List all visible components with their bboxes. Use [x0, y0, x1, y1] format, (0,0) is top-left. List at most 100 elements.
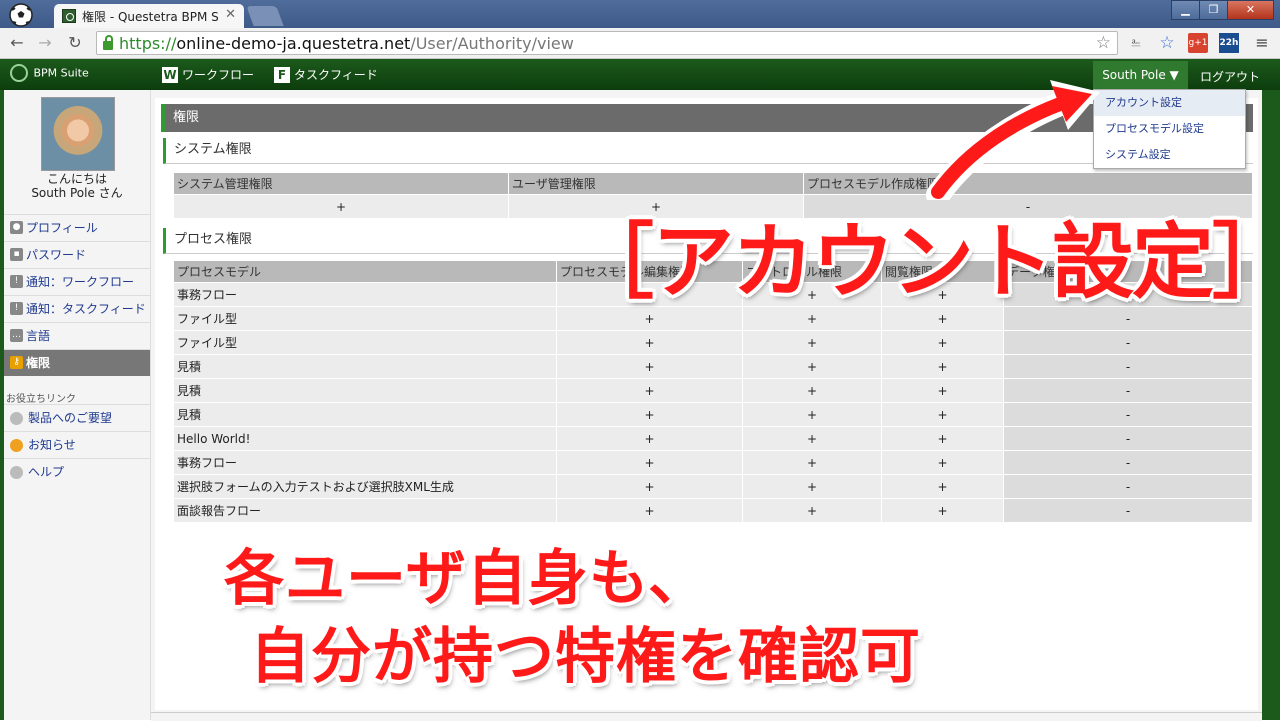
- speech-bubble-icon: …: [10, 329, 23, 342]
- table-row: 見積 + + + -: [173, 378, 1253, 403]
- table-cell: +: [556, 402, 743, 427]
- download-icon[interactable]: ⎁: [1126, 33, 1146, 53]
- table-row: Hello World! + + + -: [173, 426, 1253, 451]
- frame-border: [1262, 90, 1280, 720]
- sidebar-item-authority[interactable]: ⚷ 権限: [4, 349, 150, 376]
- browser-tab-active[interactable]: 権限 - Questetra BPM S ✕: [54, 4, 244, 28]
- sidebar-item-profile[interactable]: ● プロフィール: [4, 214, 150, 241]
- process-model-name: ファイル型: [173, 330, 557, 355]
- table-row: 面談報告フロー + + + -: [173, 498, 1253, 523]
- alert-icon: !: [10, 302, 23, 315]
- url-text: https://online-demo-ja.questetra.net/Use…: [119, 34, 574, 53]
- process-model-name: Hello World!: [173, 426, 557, 451]
- questetra-favicon-icon: [62, 9, 76, 23]
- table-header: ユーザ管理権限: [508, 172, 804, 195]
- table-cell: +: [742, 402, 882, 427]
- minimize-button[interactable]: ▁: [1171, 0, 1200, 20]
- table-row: 選択肢フォームの入力テストおよび選択肢XML生成 + + + -: [173, 474, 1253, 499]
- taskfeed-icon: F: [274, 66, 290, 83]
- table-cell: +: [742, 450, 882, 475]
- sidebar-menu: ● プロフィール ▪ パスワード ! 通知：ワークフロー ! 通知：タスクフィード … 言…: [4, 214, 150, 376]
- sidebar: こんにちは South Pole さん ● プロフィール ▪ パスワード ! 通知：ワ…: [4, 90, 151, 720]
- dropdown-system-settings[interactable]: システム設定: [1094, 142, 1245, 168]
- process-model-name: 選択肢フォームの入力テストおよび選択肢XML生成: [173, 474, 557, 499]
- table-cell: -: [1003, 402, 1253, 427]
- lock-icon: ▪: [10, 248, 23, 261]
- table-cell: +: [881, 354, 1004, 379]
- table-cell: +: [881, 330, 1004, 355]
- table-cell: +: [556, 474, 743, 499]
- table-cell: +: [556, 450, 743, 475]
- alert-icon: !: [10, 275, 23, 288]
- table-cell: +: [742, 354, 882, 379]
- menu-hamburger-icon[interactable]: ≡: [1252, 33, 1272, 53]
- key-icon: ⚷: [10, 356, 23, 369]
- process-model-name: 見積: [173, 354, 557, 379]
- nav-taskfeed[interactable]: F タスクフィード: [274, 66, 378, 83]
- table-row: 見積 + + + -: [173, 402, 1253, 427]
- table-cell: +: [556, 378, 743, 403]
- table-cell: +: [881, 402, 1004, 427]
- window-close-button[interactable]: ✕: [1227, 0, 1274, 20]
- calendar-badge-icon[interactable]: 22h: [1219, 33, 1239, 53]
- process-model-name: 面談報告フロー: [173, 498, 557, 523]
- logout-link[interactable]: ログアウト: [1200, 68, 1260, 85]
- dropdown-process-model-settings[interactable]: プロセスモデル設定: [1094, 116, 1245, 142]
- nav-workflow[interactable]: W ワークフロー: [162, 66, 254, 83]
- bookmark-star-icon[interactable]: ☆: [1096, 33, 1111, 53]
- maximize-button[interactable]: ❐: [1199, 0, 1228, 20]
- help-lifebuoy-icon: [10, 466, 23, 479]
- link-product-feedback[interactable]: 製品へのご要望: [4, 404, 150, 431]
- table-row: ファイル型 + + + -: [173, 330, 1253, 355]
- table-cell: -: [1003, 426, 1253, 451]
- callout-arrow-icon: [926, 80, 1100, 200]
- table-cell: +: [173, 194, 509, 219]
- reload-icon[interactable]: ↻: [64, 32, 86, 54]
- brand-logo[interactable]: BPM Suite: [10, 64, 89, 84]
- browser-toolbar: ← → ↻ https://online-demo-ja.questetra.n…: [0, 28, 1280, 59]
- table-cell: +: [881, 378, 1004, 403]
- table-cell: +: [742, 426, 882, 451]
- star-extension-icon[interactable]: ☆: [1157, 33, 1177, 53]
- process-model-name: 見積: [173, 378, 557, 403]
- google-plus-icon[interactable]: g+1: [1188, 33, 1208, 53]
- caption-line-1: 各ユーザ自身も、: [224, 544, 709, 614]
- person-icon: ●: [10, 221, 23, 234]
- address-bar[interactable]: https://online-demo-ja.questetra.net/Use…: [96, 31, 1118, 55]
- sidebar-item-language[interactable]: … 言語: [4, 322, 150, 349]
- helpful-links-heading: お役立ちリンク: [6, 394, 76, 405]
- table-cell: +: [881, 474, 1004, 499]
- table-cell: +: [881, 426, 1004, 451]
- process-model-name: 事務フロー: [173, 282, 557, 307]
- back-arrow-icon[interactable]: ←: [6, 32, 28, 54]
- process-model-name: 見積: [173, 402, 557, 427]
- tab-close-icon[interactable]: ✕: [225, 7, 236, 22]
- soccer-ball-icon: [9, 3, 33, 27]
- new-tab-button[interactable]: [246, 6, 284, 26]
- table-cell: -: [1003, 474, 1253, 499]
- dropdown-account-settings[interactable]: アカウント設定: [1094, 90, 1245, 116]
- sidebar-item-notify-workflow[interactable]: ! 通知：ワークフロー: [4, 268, 150, 295]
- process-model-name: ファイル型: [173, 306, 557, 331]
- table-cell: -: [1003, 450, 1253, 475]
- table-row: 見積 + + + -: [173, 354, 1253, 379]
- table-cell: +: [742, 330, 882, 355]
- sidebar-item-password[interactable]: ▪ パスワード: [4, 241, 150, 268]
- questetra-logo-icon: [10, 64, 28, 82]
- sidebar-item-notify-taskfeed[interactable]: ! 通知：タスクフィード: [4, 295, 150, 322]
- helpful-links: 製品へのご要望 お知らせ ヘルプ: [4, 404, 150, 485]
- forward-arrow-icon[interactable]: →: [34, 32, 56, 54]
- lock-icon: [103, 35, 113, 50]
- window-controls: ▁ ❐ ✕: [1171, 0, 1274, 20]
- link-news[interactable]: お知らせ: [4, 431, 150, 458]
- table-cell: +: [742, 498, 882, 523]
- table-cell: +: [742, 474, 882, 499]
- link-help[interactable]: ヘルプ: [4, 458, 150, 485]
- table-header: プロセスモデル: [173, 260, 557, 283]
- table-cell: +: [556, 354, 743, 379]
- table-cell: -: [1003, 354, 1253, 379]
- table-cell: +: [556, 330, 743, 355]
- user-menu-button[interactable]: South Pole ▼: [1093, 61, 1188, 89]
- table-cell: +: [742, 378, 882, 403]
- table-cell: -: [1003, 330, 1253, 355]
